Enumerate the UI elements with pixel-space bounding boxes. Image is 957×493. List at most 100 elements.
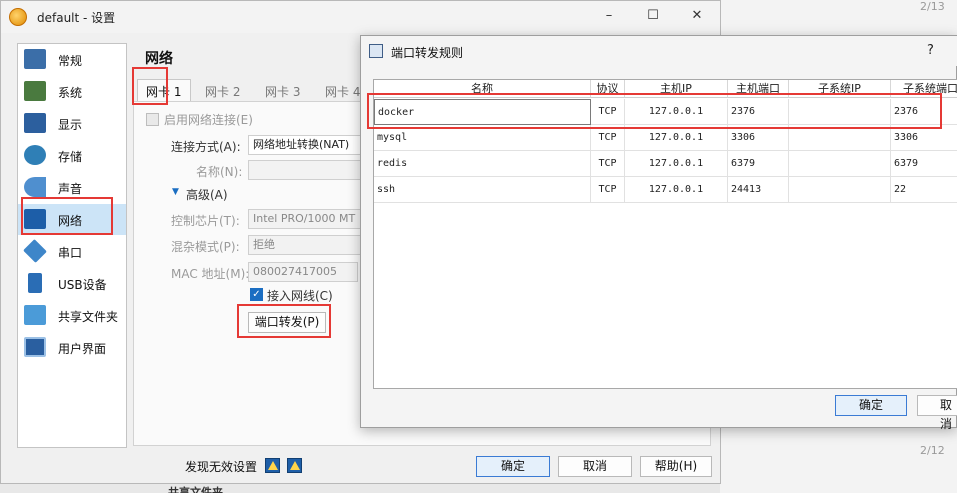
dialog-title-bar[interactable]: 端口转发规则 ? [361, 36, 957, 66]
tab-adapter-3[interactable]: 网卡 3 [265, 79, 300, 101]
title-bar[interactable]: default - 设置 – ☐ ✕ [1, 1, 720, 33]
promiscuous-mode-select[interactable]: 拒绝 [248, 235, 368, 255]
audio-icon [24, 177, 46, 197]
help-button[interactable]: ? [927, 43, 934, 58]
table-cell-guest-ip[interactable] [789, 125, 891, 151]
sidebar-item-user-interface[interactable]: 用户界面 [18, 332, 126, 363]
user-interface-icon [24, 337, 46, 357]
table-cell-host-ip[interactable]: 127.0.0.1 [625, 151, 728, 177]
window-title: default - 设置 [37, 11, 116, 25]
advanced-expand-icon[interactable]: ▼ [172, 187, 179, 197]
column-header-guest-ip[interactable]: 子系统IP [789, 80, 891, 98]
name-label: 名称(N): [196, 165, 243, 179]
sidebar-item-label: USB设备 [58, 278, 107, 292]
help-button[interactable]: 帮助(H) [640, 456, 712, 477]
sidebar-item-audio[interactable]: 声音 [18, 172, 126, 203]
table-cell-name[interactable]: ssh [374, 177, 591, 203]
port-forwarding-table: 名称 协议 主机IP 主机端口 子系统IP 子系统端口 docker TCP 1… [373, 79, 957, 389]
column-header-protocol[interactable]: 协议 [591, 80, 625, 98]
name-select[interactable] [248, 160, 368, 180]
network-icon [24, 209, 46, 229]
enable-adapter-checkbox[interactable] [146, 113, 159, 126]
warning-icon[interactable] [287, 458, 302, 473]
warning-icon[interactable] [265, 458, 280, 473]
table-cell-guest-port[interactable]: 3306 [891, 125, 957, 151]
sidebar-item-label: 声音 [58, 182, 83, 196]
column-header-host-ip[interactable]: 主机IP [625, 80, 728, 98]
table-cell-host-port[interactable]: 2376 [728, 99, 789, 125]
sidebar-item-network[interactable]: 网络 [18, 204, 126, 235]
dialog-title: 端口转发规则 [391, 46, 464, 60]
settings-sidebar: 常规 系统 显示 存储 声音 网络 串口 USB设备 共享文件夹 用户界面 [17, 43, 127, 448]
dialog-ok-button[interactable]: 确定 [835, 395, 907, 416]
background-fragment-top: 2/13 [920, 0, 945, 13]
port-forwarding-dialog: 端口转发规则 ? 名称 协议 主机IP 主机端口 子系统IP 子系统端口 doc… [360, 35, 957, 431]
ok-button[interactable]: 确定 [476, 456, 550, 477]
sidebar-item-label: 网络 [58, 214, 83, 228]
promiscuous-mode-label: 混杂模式(P): [171, 240, 240, 254]
sidebar-item-label: 用户界面 [58, 342, 107, 356]
sidebar-item-label: 常规 [58, 54, 83, 68]
sidebar-item-serial[interactable]: 串口 [18, 236, 126, 267]
sidebar-item-label: 显示 [58, 118, 83, 132]
dialog-cancel-button[interactable]: 取消 [917, 395, 957, 431]
table-cell-guest-port[interactable]: 2376 [891, 99, 957, 125]
sidebar-item-general[interactable]: 常规 [18, 44, 126, 75]
table-cell-protocol[interactable]: TCP [591, 177, 625, 203]
table-cell-host-ip[interactable]: 127.0.0.1 [625, 99, 728, 125]
background-fragment-bottom: 2/12 [920, 444, 945, 457]
cancel-button[interactable]: 取消 [558, 456, 632, 477]
sidebar-item-storage[interactable]: 存储 [18, 140, 126, 171]
enable-adapter-label: 启用网络连接(E) [164, 113, 253, 127]
table-cell-host-ip[interactable]: 127.0.0.1 [625, 177, 728, 203]
maximize-button[interactable]: ☐ [643, 7, 663, 25]
port-forwarding-button[interactable]: 端口转发(P) [248, 312, 326, 333]
table-cell-host-port[interactable]: 24413 [728, 177, 789, 203]
display-icon [24, 113, 46, 133]
advanced-toggle[interactable]: 高级(A) [186, 186, 228, 203]
table-cell-host-port[interactable]: 3306 [728, 125, 789, 151]
column-header-name[interactable]: 名称 [374, 80, 591, 98]
invalid-settings-label: 发现无效设置 [185, 460, 258, 474]
table-cell-name[interactable]: redis [374, 151, 591, 177]
sidebar-item-system[interactable]: 系统 [18, 76, 126, 107]
sidebar-item-shared-folders[interactable]: 共享文件夹 [18, 300, 126, 331]
column-header-guest-port[interactable]: 子系统端口 [891, 80, 957, 98]
virtualbox-logo-icon [9, 8, 27, 26]
minimize-button[interactable]: – [599, 7, 619, 25]
sidebar-item-label: 存储 [58, 150, 83, 164]
sidebar-item-label: 共享文件夹 [58, 310, 119, 324]
tab-adapter-4[interactable]: 网卡 4 [325, 79, 360, 101]
table-cell-host-port[interactable]: 6379 [728, 151, 789, 177]
table-cell-guest-port[interactable]: 22 [891, 177, 957, 203]
table-cell-guest-port[interactable]: 6379 [891, 151, 957, 177]
sidebar-item-label: 串口 [58, 246, 83, 260]
attached-to-select[interactable]: 网络地址转换(NAT) [248, 135, 368, 155]
usb-icon [28, 273, 42, 293]
table-cell-name[interactable]: mysql [374, 125, 591, 151]
general-icon [24, 49, 46, 69]
table-cell-guest-ip[interactable] [789, 177, 891, 203]
table-cell-protocol[interactable]: TCP [591, 99, 625, 125]
table-cell-guest-ip[interactable] [789, 99, 891, 125]
close-button[interactable]: ✕ [687, 7, 707, 25]
page-title: 网络 [145, 51, 173, 67]
serial-icon [23, 239, 47, 263]
sidebar-item-display[interactable]: 显示 [18, 108, 126, 139]
table-cell-protocol[interactable]: TCP [591, 125, 625, 151]
port-forwarding-icon [369, 44, 383, 58]
sidebar-item-usb[interactable]: USB设备 [18, 268, 126, 299]
system-icon [24, 81, 46, 101]
table-cell-guest-ip[interactable] [789, 151, 891, 177]
adapter-type-select[interactable]: Intel PRO/1000 MT [248, 209, 368, 229]
tab-adapter-2[interactable]: 网卡 2 [205, 79, 240, 101]
table-cell-protocol[interactable]: TCP [591, 151, 625, 177]
attached-to-label: 连接方式(A): [171, 140, 241, 154]
column-header-host-port[interactable]: 主机端口 [728, 80, 789, 98]
table-cell-name[interactable]: docker [374, 99, 591, 125]
cable-connected-checkbox[interactable]: ✓ [250, 288, 263, 301]
tab-adapter-1[interactable]: 网卡 1 [137, 79, 191, 101]
mac-address-input[interactable]: 080027417005 [248, 262, 358, 282]
table-cell-host-ip[interactable]: 127.0.0.1 [625, 125, 728, 151]
cable-connected-label: 接入网线(C) [267, 289, 333, 303]
